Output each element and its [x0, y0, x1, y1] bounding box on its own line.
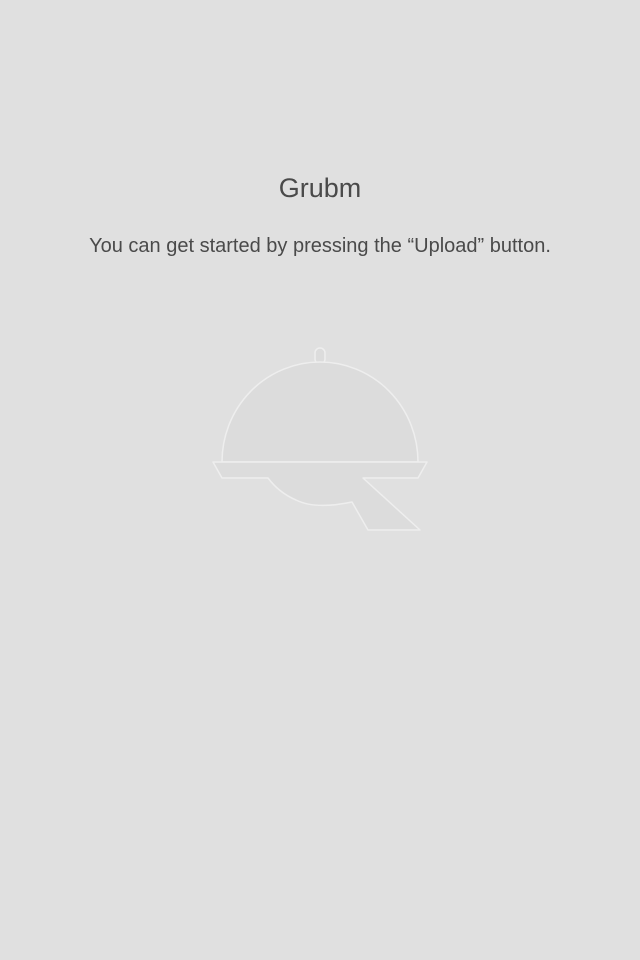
empty-state-screen: Grubm You can get started by pressing th…: [0, 0, 640, 960]
empty-state-message: You can get started by pressing the “Upl…: [89, 235, 551, 257]
app-title: Grubm: [278, 173, 362, 203]
cloche-icon: [212, 347, 428, 531]
